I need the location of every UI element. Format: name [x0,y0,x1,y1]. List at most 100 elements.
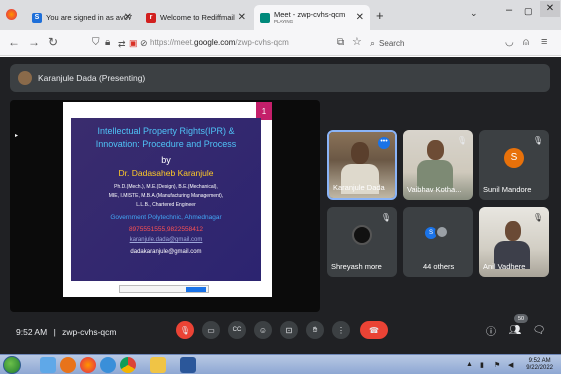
muted-mic-icon: 🎙︎ [380,213,391,222]
meeting-info: 9:52 AM | zwp-cvhs-qcm [16,327,116,337]
avatar [352,225,372,245]
tab-meet[interactable]: Meet - zwp-cvhs-qcm PLAYING ✕ [254,5,370,30]
participant-tile-others[interactable]: S 44 others [403,207,473,277]
tab-close-icon[interactable]: ✕ [124,12,132,23]
participant-face [351,142,369,164]
outlook-favicon-icon: S [32,12,42,23]
slide-footer-button [186,287,206,292]
tab-title: Meet - zwp-cvhs-qcm [274,9,346,19]
camera-icon: ▭ [207,325,215,335]
slide-footer-bar [119,285,209,293]
pocket-icon[interactable]: ◡ [505,37,514,49]
reader-view-icon[interactable]: ⧉ [337,37,344,49]
url-domain: google.com [194,38,236,47]
word-taskbar-icon[interactable] [180,357,196,373]
new-tab-button[interactable]: + [376,8,384,23]
media-player-taskbar-icon[interactable] [60,357,76,373]
camera-toggle-button[interactable]: ▭ [202,321,220,339]
muted-mic-icon: 🎙︎ [532,136,543,145]
participant-name: Vaibhav Kotha... [407,185,462,194]
emoji-icon: ☺ [258,325,268,335]
hand-icon: ✋︎ [312,325,318,334]
taskbar-clock[interactable]: 9:52 AM 9/22/2022 [526,358,553,372]
menu-icon[interactable]: ≡ [541,36,547,48]
internet-explorer-taskbar-icon[interactable] [100,357,116,373]
tab-close-icon[interactable]: ✕ [356,12,364,23]
minimize-window-icon[interactable]: – [506,4,512,16]
presenter-avatar [18,71,32,85]
muted-mic-icon: 🎙︎ [456,136,467,145]
presenting-label: Karanjule Dada (Presenting) [38,73,146,83]
permissions-icon[interactable]: ⇄ [118,38,126,50]
phone-hangup-icon: ☎︎ [369,325,379,335]
start-button-icon[interactable] [3,356,21,374]
people-icon: 👥︎ [508,324,522,336]
reload-icon[interactable]: ↻ [48,36,58,48]
flag-icon[interactable]: ⚑ [494,361,500,369]
meeting-separator: | [53,327,56,337]
tab-title-group: Meet - zwp-cvhs-qcm PLAYING [274,9,346,25]
volume-icon[interactable]: ◀︎ [508,361,513,369]
tab-signed-in[interactable]: S You are signed in as av07201... ✕ [26,5,138,30]
microphone-blocked-icon[interactable]: ⊘ [140,37,148,49]
chrome-taskbar-icon[interactable] [120,357,136,373]
avatar-photo [435,225,449,239]
meeting-code: zwp-cvhs-qcm [62,327,117,337]
firefox-menu-icon[interactable] [6,9,17,20]
slide-author: Dr. Dadasaheb Karanjule [118,168,214,178]
ie-taskbar-icon[interactable] [40,357,56,373]
more-options-icon[interactable]: ••• [378,137,390,149]
reactions-button[interactable]: ☺ [254,321,272,339]
search-box[interactable]: ⌕ Search [370,35,490,51]
show-hidden-icons-icon[interactable]: ▲ [466,361,473,368]
slide-quals3: L.L.B., Chartered Engineer [136,202,196,208]
slide-email1: karanjule.dada@gmail.com [129,237,203,243]
participant-tile-vaibhav[interactable]: 🎙︎ Vaibhav Kotha... [403,130,473,200]
lock-icon[interactable]: 🔒︎ [105,37,110,49]
captions-button[interactable]: CC [228,321,246,339]
bookmark-star-icon[interactable]: ☆ [352,36,362,48]
participant-tile-sunil[interactable]: 🎙︎ S Sunil Mandore [479,130,549,200]
file-explorer-taskbar-icon[interactable] [150,357,166,373]
screen: S You are signed in as av07201... ✕ r We… [0,0,561,374]
camera-sharing-icon[interactable]: ▣ [129,37,138,49]
participant-tile-anil[interactable]: 🎙︎ Anil Vadhere [479,207,549,277]
raise-hand-button[interactable]: ✋︎ [306,321,324,339]
tracking-shield-icon[interactable]: ⛉ [92,37,100,49]
chat-button[interactable]: 🗨︎ [530,321,548,339]
presenting-banner: Karanjule Dada (Presenting) [10,64,550,92]
tab-title: You are signed in as av07201... [46,13,132,22]
participant-name: 44 others [423,262,455,271]
more-options-button[interactable]: ⋮ [332,321,350,339]
firefox-taskbar-icon[interactable] [80,357,96,373]
leave-call-button[interactable]: ☎︎ [360,321,388,339]
participant-name: Karanjule Dada [333,183,385,192]
tab-rediffmail[interactable]: r Welcome to Rediffmail ✕ [140,5,252,30]
chat-icon: 🗨︎ [532,324,546,336]
search-placeholder: Search [379,38,405,48]
google-meet-window: Karanjule Dada (Presenting) ▸ 1 Intellec… [0,57,561,354]
tab-close-icon[interactable]: ✕ [238,12,246,23]
windows-taskbar: ▲ ▮ ⚑ ◀︎ 9:52 AM 9/22/2022 [0,354,561,374]
present-now-button[interactable]: ⊡ [280,321,298,339]
list-all-tabs-icon[interactable]: ⌄ [470,8,478,19]
participant-tile-shreyash[interactable]: 🎙︎ Shreyash more [327,207,397,277]
mic-off-icon: 🎙︎ [179,325,191,335]
network-icon[interactable]: ▮ [480,361,484,369]
maximize-window-icon[interactable]: ▢ [524,6,533,17]
slide-phones: 8975551555,9822558412 [128,226,204,233]
close-window-icon[interactable]: ✕ [540,1,560,17]
microphone-toggle-button[interactable]: 🎙︎ [176,321,194,339]
presentation-tile[interactable]: ▸ 1 Intellectual Property Rights(IPR) & … [10,100,320,312]
url-bar[interactable]: https://meet.google.com/zwp-cvhs-qcm [150,38,289,47]
people-button[interactable]: 👥︎ [506,321,524,339]
avatar-initial: S [504,148,524,168]
forward-arrow-icon[interactable]: → [28,36,40,48]
back-arrow-icon[interactable]: ← [8,36,20,48]
rediffmail-favicon-icon: r [146,12,156,23]
meeting-details-button[interactable]: ⓘ [482,321,500,339]
account-icon[interactable]: ⍝ [523,37,529,49]
participant-tile-karanjule[interactable]: ••• Karanjule Dada [327,130,397,200]
url-path: /zwp-cvhs-qcm [235,38,289,47]
slide-title-line2: Innovation: Procedure and Process [95,139,237,149]
